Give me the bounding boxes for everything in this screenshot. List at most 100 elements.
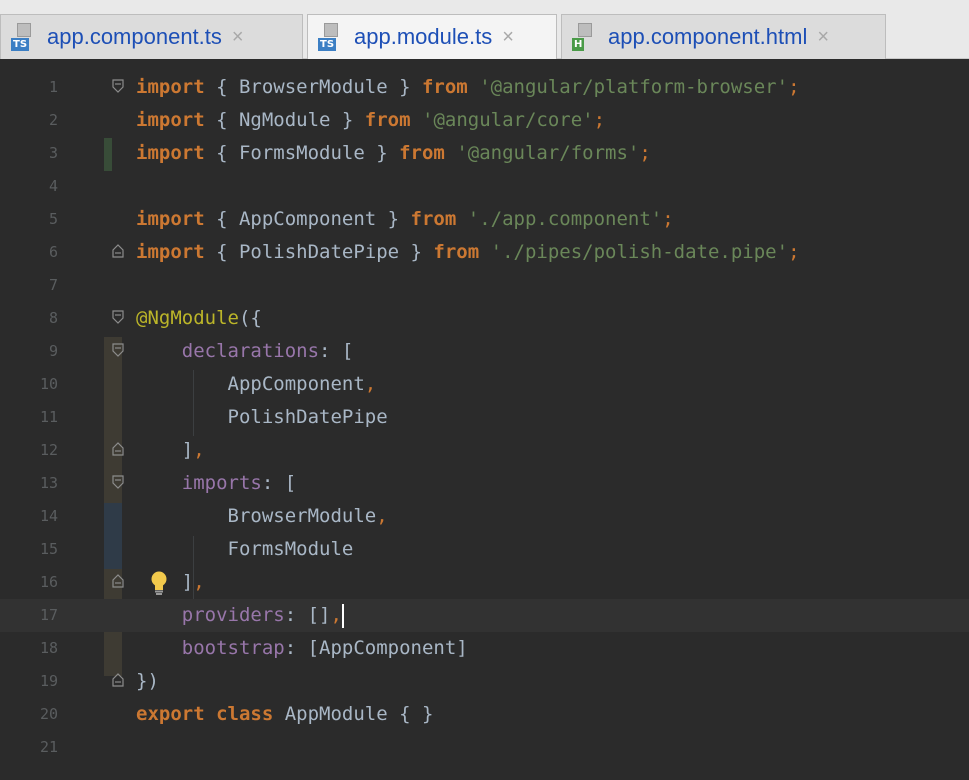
line-number[interactable]: 3 [0, 137, 58, 170]
code-line[interactable]: 13 imports: [ [0, 467, 969, 500]
code-line[interactable]: 15 FormsModule [0, 533, 969, 566]
close-icon[interactable]: × [232, 26, 244, 49]
line-number[interactable]: 12 [0, 434, 58, 467]
code-text[interactable]: import { BrowserModule } from '@angular/… [136, 71, 800, 104]
code-text[interactable]: @NgModule({ [136, 302, 262, 335]
line-number[interactable]: 17 [0, 599, 58, 632]
code-text[interactable]: FormsModule [136, 533, 354, 566]
code-text[interactable]: }) [136, 665, 159, 698]
code-token: import [136, 208, 205, 230]
code-text[interactable]: import { FormsModule } from '@angular/fo… [136, 137, 651, 170]
code-token: { FormsModule } [204, 142, 400, 164]
html-file-icon: H [572, 23, 600, 51]
code-line[interactable]: 9 declarations: [ [0, 335, 969, 368]
code-token: , [364, 373, 377, 395]
code-line[interactable]: 3 import { FormsModule } from '@angular/f… [0, 137, 969, 170]
line-number[interactable]: 8 [0, 302, 58, 335]
code-token: '@angular/platform-browser' [479, 76, 789, 98]
code-token: export class [136, 703, 274, 725]
code-line[interactable]: 7 [0, 269, 969, 302]
code-token: from [410, 208, 457, 230]
code-editor[interactable]: 1 import { BrowserModule } from '@angular… [0, 59, 969, 780]
code-token: : [AppComponent] [284, 637, 468, 659]
fold-marker-icon[interactable] [112, 79, 124, 93]
code-text[interactable]: import { AppComponent } from './app.comp… [136, 203, 674, 236]
code-text[interactable]: ], [136, 566, 205, 599]
code-token: import [136, 76, 205, 98]
code-line[interactable]: 5 import { AppComponent } from './app.com… [0, 203, 969, 236]
line-number[interactable]: 15 [0, 533, 58, 566]
line-number[interactable]: 19 [0, 665, 58, 698]
line-number[interactable]: 18 [0, 632, 58, 665]
code-line[interactable]: 6 import { PolishDatePipe } from './pipes… [0, 236, 969, 269]
fold-marker-icon[interactable] [112, 343, 124, 357]
fold-marker-icon[interactable] [112, 310, 124, 324]
line-number[interactable]: 20 [0, 698, 58, 731]
line-number[interactable]: 13 [0, 467, 58, 500]
code-token: : [ [261, 472, 297, 494]
code-line[interactable]: 14 BrowserModule, [0, 500, 969, 533]
code-line[interactable]: 11 PolishDatePipe [0, 401, 969, 434]
fold-marker-icon[interactable] [112, 244, 124, 258]
line-number[interactable]: 4 [0, 170, 58, 203]
code-text[interactable]: BrowserModule, [136, 500, 388, 533]
code-text[interactable]: imports: [ [136, 467, 296, 500]
fold-marker-icon[interactable] [112, 574, 124, 588]
code-line[interactable]: 21 [0, 731, 969, 764]
code-text[interactable]: declarations: [ [136, 335, 354, 368]
code-token: ; [788, 76, 800, 98]
close-icon[interactable]: × [502, 26, 514, 49]
code-token: ; [788, 241, 800, 263]
code-token: declarations [181, 340, 320, 362]
close-icon[interactable]: × [817, 26, 829, 49]
code-line[interactable]: 2 import { NgModule } from '@angular/core… [0, 104, 969, 137]
tab-app-component-ts[interactable]: TS app.component.ts × [0, 14, 303, 59]
code-token: '@angular/forms' [456, 142, 640, 164]
code-token: { NgModule } [204, 109, 365, 131]
line-number[interactable]: 11 [0, 401, 58, 434]
code-line[interactable]: 18 bootstrap: [AppComponent] [0, 632, 969, 665]
line-number[interactable]: 6 [0, 236, 58, 269]
code-line[interactable]: 8 @NgModule({ [0, 302, 969, 335]
code-text[interactable]: bootstrap: [AppComponent] [136, 632, 468, 665]
code-token: from [399, 142, 445, 164]
code-line[interactable]: 16 ], [0, 566, 969, 599]
code-text[interactable]: PolishDatePipe [136, 401, 388, 434]
code-token: { BrowserModule } [204, 76, 422, 98]
code-token: { AppComponent } [204, 208, 411, 230]
code-token: import [136, 241, 205, 263]
code-token: providers [181, 604, 285, 626]
code-line[interactable]: 4 [0, 170, 969, 203]
code-line[interactable]: 17 providers: [], [0, 599, 969, 632]
line-number[interactable]: 14 [0, 500, 58, 533]
line-number[interactable]: 21 [0, 731, 58, 764]
fold-marker-icon[interactable] [112, 475, 124, 489]
line-number[interactable]: 9 [0, 335, 58, 368]
line-number[interactable]: 1 [0, 71, 58, 104]
code-text[interactable]: import { NgModule } from '@angular/core'… [136, 104, 605, 137]
tab-app-component-html[interactable]: H app.component.html × [561, 14, 886, 59]
fold-marker-icon[interactable] [112, 673, 124, 687]
code-line[interactable]: 20 export class AppModule { } [0, 698, 969, 731]
fold-marker-icon[interactable] [112, 442, 124, 456]
code-line[interactable]: 19}) [0, 665, 969, 698]
code-line[interactable]: 10 AppComponent, [0, 368, 969, 401]
code-text[interactable]: AppComponent, [136, 368, 377, 401]
line-number[interactable]: 16 [0, 566, 58, 599]
code-text[interactable]: providers: [], [136, 599, 344, 632]
line-number[interactable]: 2 [0, 104, 58, 137]
code-text[interactable]: export class AppModule { } [136, 698, 433, 731]
code-line[interactable]: 12 ], [0, 434, 969, 467]
code-line[interactable]: 1 import { BrowserModule } from '@angular… [0, 71, 969, 104]
line-number[interactable]: 7 [0, 269, 58, 302]
line-number[interactable]: 10 [0, 368, 58, 401]
code-text[interactable]: ], [136, 434, 205, 467]
code-text[interactable]: import { PolishDatePipe } from './pipes/… [136, 236, 800, 269]
tab-app-module-ts[interactable]: TS app.module.ts × [307, 14, 557, 59]
line-number[interactable]: 5 [0, 203, 58, 236]
